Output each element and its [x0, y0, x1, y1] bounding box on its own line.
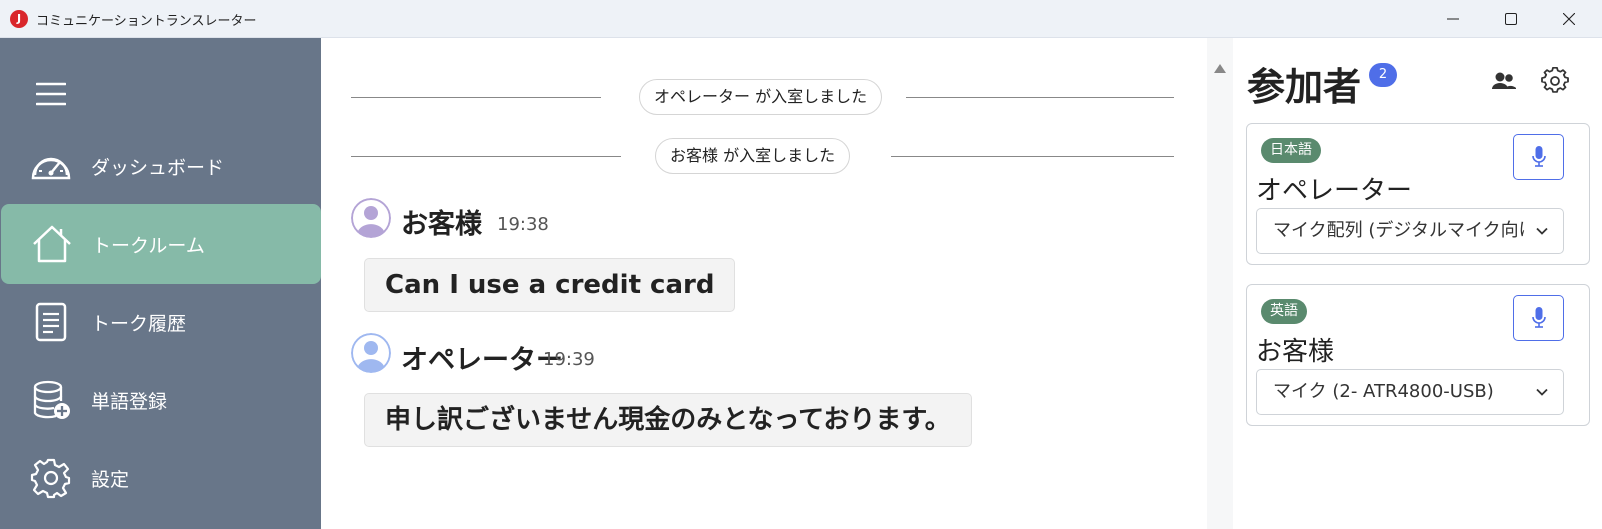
message-sender: オペレーター — [401, 345, 563, 376]
avatar-customer — [351, 198, 391, 238]
divider — [351, 97, 601, 98]
message-time: 19:38 — [497, 214, 549, 235]
sidebar-item-label: 単語登録 — [91, 390, 168, 413]
divider — [891, 156, 1174, 157]
minimize-icon — [1447, 18, 1459, 20]
participants-panel: 参加者 2 日本語 オペレーター マイク配列 (デジタルマイク向けインテル® ス… — [1233, 38, 1602, 529]
gear-icon[interactable] — [1541, 67, 1569, 95]
participant-card-operator: 日本語 オペレーター マイク配列 (デジタルマイク向けインテル® スマート・サウ… — [1246, 123, 1590, 265]
sidebar-item-label: ダッシュボード — [91, 156, 225, 179]
home-icon — [33, 225, 71, 263]
chat-area: オペレーター が入室しました お客様 が入室しました お客様 19:38 Can… — [321, 38, 1207, 529]
chevron-down-icon — [1536, 388, 1548, 396]
minimize-button[interactable] — [1424, 0, 1482, 38]
microphone-icon — [1531, 307, 1546, 328]
scroll-up-arrow-icon[interactable] — [1214, 64, 1226, 73]
close-button[interactable] — [1540, 0, 1598, 38]
sidebar-item-label: トークルーム — [92, 234, 205, 257]
sidebar-item-dictionary[interactable]: 単語登録 — [0, 360, 321, 440]
close-icon — [1563, 13, 1575, 25]
message-time: 19:39 — [543, 349, 595, 370]
mic-button[interactable] — [1513, 295, 1564, 341]
mic-device-select[interactable]: マイク (2- ATR4800-USB) — [1256, 369, 1564, 415]
document-icon — [35, 302, 67, 342]
sidebar-item-settings[interactable]: 設定 — [0, 438, 321, 518]
maximize-button[interactable] — [1482, 0, 1540, 38]
people-icon[interactable] — [1490, 67, 1518, 95]
system-message: お客様 が入室しました — [655, 138, 851, 174]
participant-count-badge: 2 — [1369, 63, 1397, 87]
divider — [906, 97, 1174, 98]
sidebar-item-label: トーク履歴 — [91, 312, 187, 335]
participant-name: オペレーター — [1256, 176, 1413, 206]
sidebar-item-dashboard[interactable]: ダッシュボード — [0, 126, 321, 206]
chat-scrollbar[interactable] — [1207, 38, 1233, 529]
app-logo-icon: J — [10, 10, 28, 28]
sidebar-item-talkroom[interactable]: トークルーム — [1, 204, 321, 284]
hamburger-menu-icon[interactable] — [36, 82, 66, 106]
message-sender: お客様 — [401, 209, 482, 240]
language-badge: 英語 — [1261, 299, 1307, 324]
title-bar: J コミュニケーショントランスレーター — [0, 0, 1602, 38]
microphone-icon — [1531, 146, 1546, 167]
system-message: オペレーター が入室しました — [639, 79, 883, 115]
gear-icon — [30, 458, 71, 499]
divider — [351, 156, 621, 157]
chevron-down-icon — [1536, 227, 1548, 235]
avatar-operator — [351, 333, 391, 373]
mic-device-value: マイク (2- ATR4800-USB) — [1273, 381, 1494, 402]
mic-device-value: マイク配列 (デジタルマイク向けインテル® スマート・サウンド・テクノロジー) — [1273, 220, 1525, 241]
sidebar-item-history[interactable]: トーク履歴 — [0, 282, 321, 362]
sidebar: ダッシュボード トークルーム トーク履歴 単語登録 設定 — [0, 38, 321, 529]
participant-name: お客様 — [1256, 337, 1335, 367]
mic-button[interactable] — [1513, 134, 1564, 180]
database-add-icon — [33, 380, 70, 419]
participant-card-customer: 英語 お客様 マイク (2- ATR4800-USB) — [1246, 284, 1590, 426]
window-title: コミュニケーショントランスレーター — [36, 14, 257, 29]
message-bubble: Can I use a credit card — [364, 258, 736, 312]
panel-title: 参加者 — [1247, 65, 1362, 109]
message-bubble: 申し訳ございません現金のみとなっております。 — [364, 393, 972, 447]
mic-device-select[interactable]: マイク配列 (デジタルマイク向けインテル® スマート・サウンド・テクノロジー) — [1256, 208, 1564, 254]
language-badge: 日本語 — [1261, 138, 1321, 163]
maximize-icon — [1505, 13, 1517, 25]
sidebar-item-label: 設定 — [91, 468, 130, 491]
dashboard-gauge-icon — [31, 157, 71, 180]
